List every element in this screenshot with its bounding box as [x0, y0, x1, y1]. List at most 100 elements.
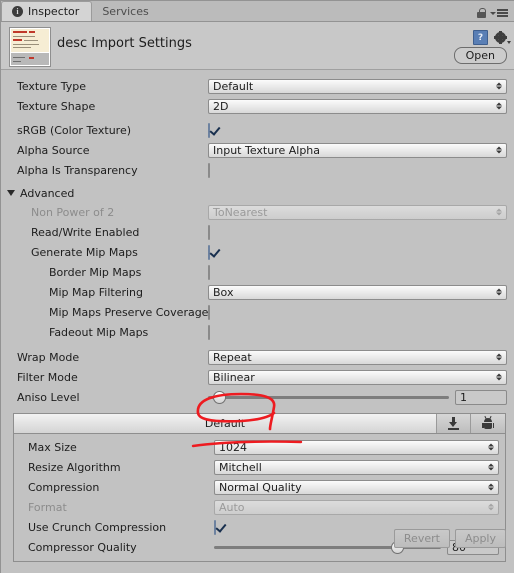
checkbox-use-crunch-compression[interactable]: [214, 519, 216, 535]
dropdown-wrap-mode[interactable]: Repeat: [208, 349, 507, 365]
label-filter-mode: Filter Mode: [17, 370, 78, 384]
header-icon-group: [473, 30, 511, 45]
chevron-updown-icon: [496, 146, 502, 154]
label-compression: Compression: [28, 480, 100, 494]
row-texture-type: Texture Type Default: [1, 76, 514, 96]
numberfield-aniso-level[interactable]: 1: [455, 389, 507, 405]
dropdown-compression[interactable]: Normal Quality: [214, 479, 499, 495]
dropdown-texture-type[interactable]: Default: [208, 78, 507, 94]
chevron-updown-icon: [496, 288, 502, 296]
dropdown-texture-shape[interactable]: 2D: [208, 98, 507, 114]
control-mip-maps-preserve-coverage: [208, 304, 507, 320]
footer-buttons: Revert Apply: [393, 529, 506, 548]
inspector-window: i Inspector Services desc Import Setting…: [0, 0, 514, 573]
control-wrap-mode: Repeat: [208, 349, 507, 365]
label-border-mip-maps: Border Mip Maps: [49, 265, 142, 279]
foldout-advanced[interactable]: Advanced: [1, 184, 514, 202]
checkbox-srgb[interactable]: [208, 122, 210, 138]
label-texture-type: Texture Type: [17, 79, 87, 93]
label-texture-shape: Texture Shape: [17, 99, 96, 113]
label-alpha-source: Alpha Source: [17, 143, 90, 157]
lock-icon[interactable]: [477, 8, 486, 18]
platform-tab-android[interactable]: [471, 414, 505, 433]
label-mip-maps-preserve-coverage: Mip Maps Preserve Coverage: [49, 305, 209, 319]
row-format: Format Auto: [14, 497, 505, 517]
control-mip-map-filtering: Box: [208, 284, 507, 300]
chevron-updown-icon: [496, 82, 502, 90]
checkbox-read-write-enabled[interactable]: [208, 224, 210, 240]
slider-aniso-level[interactable]: [208, 390, 449, 405]
row-aniso-level: Aniso Level 1: [1, 387, 514, 407]
chevron-updown-icon: [496, 373, 502, 381]
label-srgb: sRGB (Color Texture): [17, 123, 132, 137]
apply-button[interactable]: Apply: [454, 529, 506, 548]
label-wrap-mode: Wrap Mode: [17, 350, 80, 364]
chevron-updown-icon: [488, 443, 494, 451]
checkbox-fadeout-mip-maps[interactable]: [208, 324, 210, 340]
control-srgb: [208, 122, 507, 138]
chevron-updown-icon: [488, 483, 494, 491]
dropdown-resize-algorithm[interactable]: Mitchell: [214, 459, 499, 475]
dropdown-mip-map-filtering-value: Box: [213, 285, 234, 299]
row-srgb: sRGB (Color Texture): [1, 120, 514, 140]
control-border-mip-maps: [208, 264, 507, 280]
platform-tab-default[interactable]: Default: [14, 414, 437, 433]
dropdown-wrap-mode-value: Repeat: [213, 350, 252, 364]
standalone-icon: [447, 417, 460, 430]
hamburger-menu-icon[interactable]: [490, 9, 508, 17]
dropdown-format: Auto: [214, 499, 499, 515]
dropdown-resize-algorithm-value: Mitchell: [219, 460, 262, 474]
revert-button[interactable]: Revert: [393, 529, 450, 548]
help-book-icon[interactable]: [473, 30, 488, 45]
label-fadeout-mip-maps: Fadeout Mip Maps: [49, 325, 149, 339]
tab-inspector[interactable]: i Inspector: [1, 1, 93, 21]
control-format: Auto: [214, 499, 499, 515]
row-border-mip-maps: Border Mip Maps: [1, 262, 514, 282]
checkbox-mip-maps-preserve-coverage[interactable]: [208, 304, 210, 320]
dropdown-alpha-source[interactable]: Input Texture Alpha: [208, 142, 507, 158]
control-filter-mode: Bilinear: [208, 369, 507, 385]
checkbox-alpha-is-transparency[interactable]: [208, 162, 210, 178]
row-compression: Compression Normal Quality: [14, 477, 505, 497]
checkbox-generate-mip-maps[interactable]: [208, 244, 210, 260]
dropdown-texture-type-value: Default: [213, 79, 254, 93]
row-alpha-is-transparency: Alpha Is Transparency: [1, 160, 514, 180]
chevron-updown-icon: [496, 102, 502, 110]
row-generate-mip-maps: Generate Mip Maps: [1, 242, 514, 262]
info-icon: i: [12, 6, 23, 17]
dropdown-format-value: Auto: [219, 500, 245, 514]
label-non-power-of-2: Non Power of 2: [31, 205, 115, 219]
tab-services[interactable]: Services: [92, 2, 160, 21]
chevron-updown-icon: [488, 463, 494, 471]
checkbox-border-mip-maps[interactable]: [208, 264, 210, 280]
dropdown-max-size[interactable]: 1024: [214, 439, 499, 455]
label-max-size: Max Size: [28, 440, 77, 454]
label-resize-algorithm: Resize Algorithm: [28, 460, 121, 474]
control-aniso-level: 1: [208, 389, 507, 405]
platform-tab-bar: Default: [14, 414, 505, 434]
row-non-power-of-2: Non Power of 2 ToNearest: [1, 202, 514, 222]
dropdown-compression-value: Normal Quality: [219, 480, 302, 494]
open-button[interactable]: Open: [453, 47, 507, 64]
dropdown-filter-mode[interactable]: Bilinear: [208, 369, 507, 385]
control-fadeout-mip-maps: [208, 324, 507, 340]
control-texture-shape: 2D: [208, 98, 507, 114]
control-compression: Normal Quality: [214, 479, 499, 495]
label-generate-mip-maps: Generate Mip Maps: [31, 245, 138, 259]
row-texture-shape: Texture Shape 2D: [1, 96, 514, 116]
platform-tab-standalone[interactable]: [437, 414, 471, 433]
chevron-updown-icon: [496, 353, 502, 361]
control-resize-algorithm: Mitchell: [214, 459, 499, 475]
dropdown-filter-mode-value: Bilinear: [213, 370, 255, 384]
row-filter-mode: Filter Mode Bilinear: [1, 367, 514, 387]
row-mip-map-filtering: Mip Map Filtering Box: [1, 282, 514, 302]
asset-header: desc Import Settings Open: [1, 22, 514, 70]
row-wrap-mode: Wrap Mode Repeat: [1, 347, 514, 367]
label-advanced: Advanced: [20, 186, 75, 200]
texture-basic-rows: Texture Type Default Texture Shape 2D sR…: [1, 76, 514, 180]
tab-inspector-label: Inspector: [28, 5, 80, 18]
label-alpha-is-transparency: Alpha Is Transparency: [17, 163, 138, 177]
dropdown-mip-map-filtering[interactable]: Box: [208, 284, 507, 300]
control-generate-mip-maps: [208, 244, 507, 260]
gear-icon[interactable]: [494, 31, 511, 44]
